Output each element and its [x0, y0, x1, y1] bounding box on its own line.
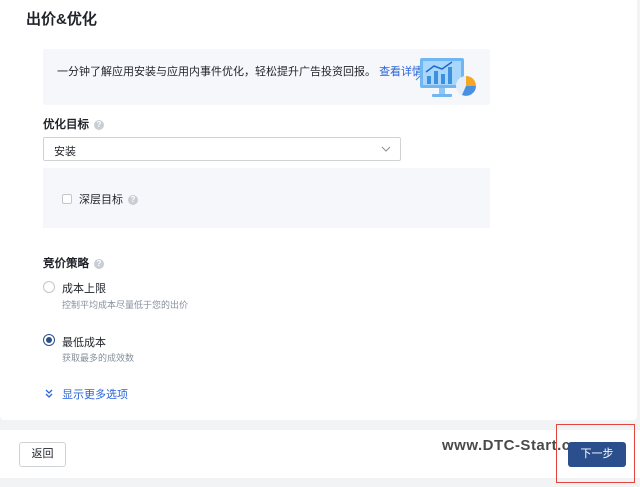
optimization-goal-text: 优化目标: [43, 119, 89, 131]
optimization-goal-value: 安装: [54, 146, 76, 158]
double-chevron-down-icon: [45, 389, 53, 398]
help-icon[interactable]: ?: [128, 195, 138, 205]
cost-cap-title[interactable]: 成本上限: [62, 280, 106, 296]
deep-goal-label: 深层目标?: [79, 191, 138, 207]
deep-goal-panel: 深层目标?: [43, 168, 490, 228]
chevron-down-icon: [381, 146, 391, 152]
info-banner: 一分钟了解应用安装与应用内事件优化，轻松提升广告投资回报。 查看详情: [43, 49, 490, 105]
deep-goal-text: 深层目标: [79, 194, 123, 206]
banner-message: 一分钟了解应用安装与应用内事件优化，轻松提升广告投资回报。: [57, 66, 376, 78]
help-icon[interactable]: ?: [94, 120, 104, 130]
show-more-options-link[interactable]: 显示更多选项: [44, 386, 128, 402]
analytics-illustration-icon: [413, 58, 476, 97]
banner-text: 一分钟了解应用安装与应用内事件优化，轻松提升广告投资回报。 查看详情: [57, 63, 423, 79]
bid-optimization-card: 出价&优化 一分钟了解应用安装与应用内事件优化，轻松提升广告投资回报。 查看详情…: [0, 0, 637, 420]
show-more-text: 显示更多选项: [62, 389, 128, 401]
footer-bar: 返回 www.DTC-Start.com 下一步: [0, 430, 640, 478]
bid-strategy-label: 竞价策略?: [43, 255, 104, 271]
section-title: 出价&优化: [26, 11, 97, 28]
annotation-highlight-box: [556, 424, 635, 483]
optimization-goal-select[interactable]: 安装: [43, 137, 401, 161]
bid-strategy-text: 竞价策略: [43, 258, 89, 270]
cost-cap-radio[interactable]: [43, 281, 55, 293]
optimization-goal-label: 优化目标?: [43, 116, 104, 132]
deep-goal-checkbox[interactable]: [62, 194, 72, 204]
lowest-cost-radio[interactable]: [43, 334, 55, 346]
back-button[interactable]: 返回: [19, 442, 66, 467]
lowest-cost-title[interactable]: 最低成本: [62, 334, 106, 350]
lowest-cost-desc: 获取最多的成效数: [62, 353, 135, 363]
help-icon[interactable]: ?: [94, 259, 104, 269]
cost-cap-desc: 控制平均成本尽量低于您的出价: [62, 300, 189, 310]
